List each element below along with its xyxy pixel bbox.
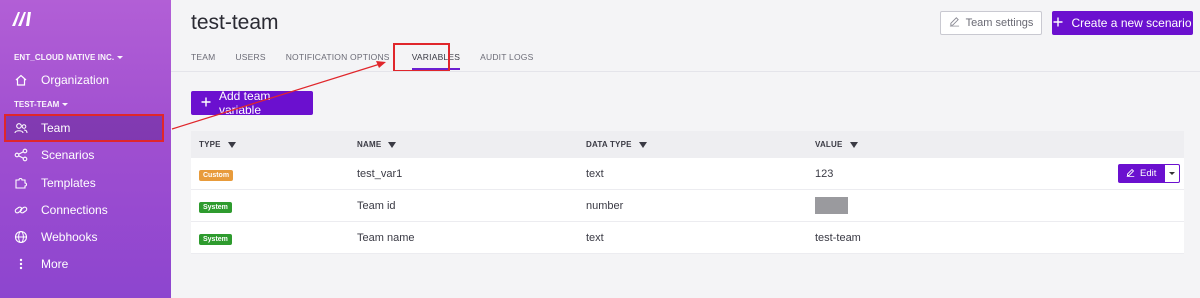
sidebar-item-label: Organization bbox=[41, 73, 110, 87]
variable-data-type: number bbox=[586, 199, 624, 212]
edit-label: Edit bbox=[1140, 168, 1157, 179]
sidebar-item-scenarios[interactable]: Scenarios bbox=[6, 142, 162, 168]
variable-value: test-team bbox=[815, 231, 861, 244]
chevron-down-icon bbox=[117, 56, 124, 60]
create-scenario-button[interactable]: Create a new scenario bbox=[1052, 11, 1193, 35]
column-label: TYPE bbox=[199, 140, 221, 149]
page-title: test-team bbox=[191, 11, 279, 34]
table-row: Custom test_var1 text 123 Edit bbox=[191, 158, 1184, 190]
chevron-down-icon bbox=[62, 103, 69, 107]
create-scenario-label: Create a new scenario bbox=[1071, 16, 1192, 30]
sidebar-item-label: More bbox=[41, 257, 69, 271]
tab-notification-options[interactable]: NOTIFICATION OPTIONS bbox=[286, 52, 390, 64]
tab-team[interactable]: TEAM bbox=[191, 52, 215, 64]
filter-icon[interactable] bbox=[227, 141, 236, 148]
column-header-data-type[interactable]: DATA TYPE bbox=[586, 140, 647, 149]
edit-button[interactable]: Edit bbox=[1118, 164, 1165, 183]
sidebar-item-more[interactable]: More bbox=[6, 251, 162, 277]
variables-tab-highlight bbox=[393, 43, 450, 72]
tab-divider bbox=[171, 71, 1200, 72]
share-nodes-icon bbox=[14, 148, 28, 162]
type-badge: System bbox=[199, 201, 232, 213]
tab-audit-logs[interactable]: AUDIT LOGS bbox=[480, 52, 533, 64]
team-settings-button[interactable]: Team settings bbox=[940, 11, 1042, 35]
edit-icon bbox=[949, 16, 960, 30]
column-header-type[interactable]: TYPE bbox=[199, 140, 236, 149]
filter-icon[interactable] bbox=[638, 141, 647, 148]
sidebar-item-webhooks[interactable]: Webhooks bbox=[6, 224, 162, 250]
organization-name: ENT_CLOUD NATIVE INC. bbox=[14, 53, 115, 62]
column-label: NAME bbox=[357, 140, 382, 149]
sidebar-item-connections[interactable]: Connections bbox=[6, 197, 162, 223]
team-name: TEST-TEAM bbox=[14, 100, 60, 109]
column-label: DATA TYPE bbox=[586, 140, 632, 149]
sidebar-item-organization[interactable]: Organization bbox=[6, 67, 162, 93]
link-icon bbox=[14, 203, 28, 217]
add-team-variable-button[interactable]: Add team variable bbox=[191, 89, 313, 117]
organization-switcher[interactable]: ENT_CLOUD NATIVE INC. bbox=[14, 53, 124, 62]
edit-button-group: Edit bbox=[1118, 164, 1181, 183]
sidebar-item-label: Templates bbox=[41, 176, 96, 190]
users-icon bbox=[14, 121, 28, 135]
table-header: TYPE NAME DATA TYPE VALUE bbox=[191, 131, 1184, 158]
column-header-value[interactable]: VALUE bbox=[815, 140, 858, 149]
team-settings-label: Team settings bbox=[965, 17, 1034, 29]
sidebar-item-team[interactable]: Team bbox=[4, 114, 164, 142]
table-row: System Team name text test-team bbox=[191, 222, 1184, 254]
variable-data-type: text bbox=[586, 231, 604, 244]
sidebar-item-label: Webhooks bbox=[41, 230, 98, 244]
edit-dropdown-toggle[interactable] bbox=[1164, 164, 1181, 183]
sidebar-item-label: Scenarios bbox=[41, 148, 95, 162]
plus-icon bbox=[201, 96, 211, 110]
tab-users[interactable]: USERS bbox=[235, 52, 265, 64]
tab-bar: TEAM USERS NOTIFICATION OPTIONS VARIABLE… bbox=[191, 52, 553, 70]
add-team-variable-label: Add team variable bbox=[219, 89, 271, 117]
column-header-name[interactable]: NAME bbox=[357, 140, 397, 149]
variable-name: Team name bbox=[357, 231, 415, 244]
filter-icon[interactable] bbox=[388, 141, 397, 148]
chevron-down-icon bbox=[1169, 172, 1176, 175]
puzzle-icon bbox=[14, 176, 28, 190]
variable-value: 123 bbox=[815, 167, 834, 180]
redacted-value bbox=[815, 197, 848, 214]
column-label: VALUE bbox=[815, 140, 843, 149]
variable-name: test_var1 bbox=[357, 167, 403, 180]
more-vertical-icon bbox=[14, 257, 28, 271]
type-badge: Custom bbox=[199, 169, 234, 181]
plus-icon bbox=[1053, 16, 1063, 30]
sidebar-item-templates[interactable]: Templates bbox=[6, 170, 162, 196]
make-logo-icon[interactable] bbox=[10, 10, 34, 28]
edit-icon bbox=[1126, 168, 1135, 180]
sidebar: ENT_CLOUD NATIVE INC. Organization TEST-… bbox=[0, 0, 171, 298]
filter-icon[interactable] bbox=[849, 141, 858, 148]
variables-table: TYPE NAME DATA TYPE VALUE Custom test_va… bbox=[191, 131, 1184, 254]
sidebar-item-label: Team bbox=[41, 121, 71, 135]
variable-name: Team id bbox=[357, 199, 396, 212]
variable-data-type: text bbox=[586, 167, 604, 180]
globe-icon bbox=[14, 230, 28, 244]
sidebar-item-label: Connections bbox=[41, 203, 108, 217]
table-row: System Team id number bbox=[191, 190, 1184, 222]
type-badge: System bbox=[199, 233, 232, 245]
team-switcher[interactable]: TEST-TEAM bbox=[14, 100, 69, 109]
home-icon bbox=[14, 73, 28, 87]
